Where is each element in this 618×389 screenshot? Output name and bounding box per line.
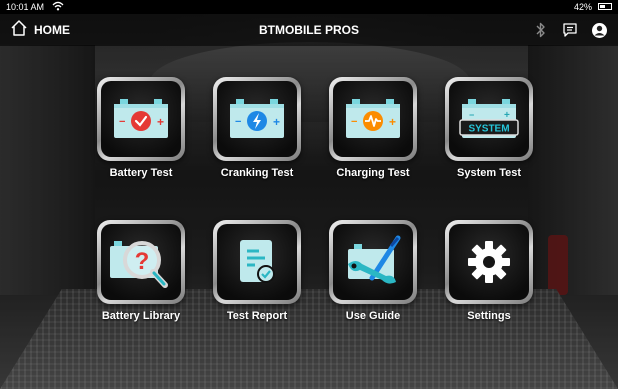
tile-label: System Test [457, 167, 521, 179]
cranking-test-button[interactable]: − + Cranking Test [207, 77, 307, 179]
background-overlay [0, 0, 618, 389]
battery-icon [598, 3, 612, 10]
battery-test-button[interactable]: − + Battery Test [91, 77, 191, 179]
svg-text:−: − [469, 110, 474, 120]
tile-frame [213, 220, 301, 304]
test-report-button[interactable]: Test Report [207, 220, 307, 322]
svg-text:−: − [235, 116, 241, 128]
charging-test-icon: − + [333, 81, 413, 157]
tile-label: Settings [467, 310, 511, 322]
home-label: HOME [34, 23, 70, 37]
use-guide-button[interactable]: Use Guide [323, 220, 423, 322]
tile-label: Battery Test [109, 167, 173, 179]
use-guide-icon [333, 224, 413, 300]
tile-label: Test Report [226, 310, 288, 322]
svg-text:−: − [351, 116, 357, 128]
tile-label: Charging Test [336, 167, 410, 179]
tile-frame: − + [329, 77, 417, 161]
tile-frame [329, 220, 417, 304]
system-test-button[interactable]: − + SYSTEM System Test [439, 77, 539, 179]
svg-text:−: − [119, 116, 125, 128]
status-time: 10:01 AM [6, 2, 45, 12]
svg-text:+: + [157, 115, 164, 129]
title-bar: HOME BTMOBILE PROS [0, 14, 618, 46]
gear-icon [449, 224, 529, 300]
home-icon [10, 19, 28, 42]
tile-label: Cranking Test [220, 167, 294, 179]
battery-library-button[interactable]: ? Battery Library [91, 220, 191, 322]
tile-frame: ? [97, 220, 185, 304]
battery-test-icon: − + [101, 81, 181, 157]
settings-button[interactable]: Settings [439, 220, 539, 322]
system-test-icon: − + SYSTEM [449, 81, 529, 157]
charging-test-button[interactable]: − + Charging Test [323, 77, 423, 179]
system-icon-text: SYSTEM [468, 124, 509, 135]
account-icon[interactable] [590, 21, 608, 39]
svg-text:?: ? [135, 248, 150, 275]
test-report-icon [217, 224, 297, 300]
tile-label: Use Guide [345, 310, 401, 322]
status-bar: 10:01 AM 42% [0, 0, 618, 14]
svg-text:+: + [389, 115, 396, 129]
bluetooth-icon[interactable] [532, 21, 550, 39]
battery-library-icon: ? [101, 224, 181, 300]
home-button[interactable]: HOME [10, 19, 70, 42]
tile-label: Battery Library [101, 310, 181, 322]
battery-percent: 42% [573, 2, 592, 12]
home-screen: 10:01 AM 42% HOME BTMOBILE PROS − + Batt… [0, 0, 618, 389]
message-icon[interactable] [561, 21, 579, 39]
tile-frame: − + SYSTEM [445, 77, 533, 161]
tile-frame: − + [97, 77, 185, 161]
page-title: BTMOBILE PROS [258, 23, 359, 37]
tile-frame [445, 220, 533, 304]
svg-text:+: + [273, 115, 280, 129]
cranking-test-icon: − + [217, 81, 297, 157]
tile-frame: − + [213, 77, 301, 161]
wifi-icon [52, 1, 64, 13]
